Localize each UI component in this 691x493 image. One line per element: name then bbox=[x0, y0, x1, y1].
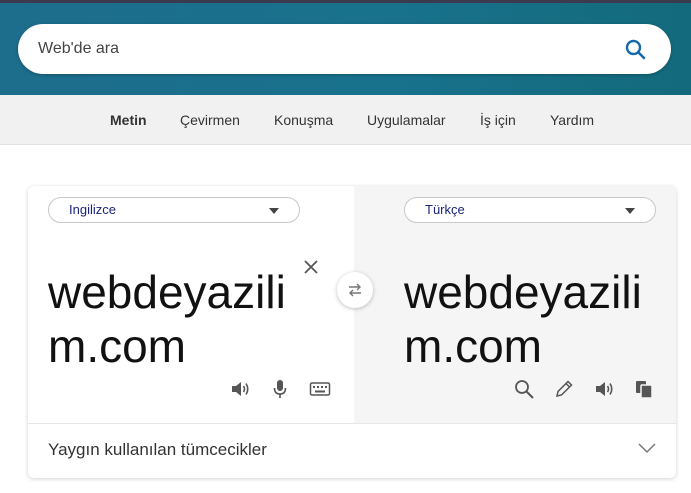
caret-down-icon bbox=[269, 208, 279, 214]
target-language-label: Türkçe bbox=[425, 202, 465, 217]
search-input[interactable] bbox=[38, 24, 598, 74]
speaker-icon bbox=[596, 382, 613, 396]
target-language-select[interactable]: Türkçe bbox=[404, 197, 656, 223]
speaker-icon bbox=[232, 382, 249, 396]
keyboard-icon bbox=[309, 382, 331, 396]
microphone-button[interactable] bbox=[269, 378, 291, 400]
edit-button[interactable] bbox=[553, 378, 575, 400]
close-icon bbox=[304, 260, 318, 274]
common-phrases-label: Yaygın kullanılan tümcecikler bbox=[48, 440, 267, 459]
lookup-button[interactable] bbox=[513, 378, 535, 400]
nav-item-uygulamalar[interactable]: Uygulamalar bbox=[367, 95, 446, 145]
target-text: webdeyazilim.com bbox=[404, 266, 642, 372]
copy-button[interactable] bbox=[633, 378, 655, 400]
search-icon bbox=[625, 39, 646, 60]
nav-bar: Metin Çevirmen Konuşma Uygulamalar İş iç… bbox=[0, 95, 691, 145]
search-icon bbox=[515, 380, 534, 399]
copy-icon bbox=[636, 381, 653, 399]
nav-item-konusma[interactable]: Konuşma bbox=[274, 95, 333, 145]
keyboard-button[interactable] bbox=[309, 378, 331, 400]
search-button[interactable] bbox=[623, 37, 649, 63]
pencil-icon bbox=[556, 380, 573, 397]
target-listen-button[interactable] bbox=[593, 378, 615, 400]
nav-item-yardim[interactable]: Yardım bbox=[550, 95, 594, 145]
source-text[interactable]: webdeyazilim.com bbox=[48, 265, 290, 373]
swap-icon bbox=[349, 283, 361, 297]
nav-item-metin[interactable]: Metin bbox=[110, 95, 147, 145]
source-language-label: Ingilizce bbox=[69, 202, 116, 217]
microphone-icon bbox=[273, 380, 287, 398]
search-box[interactable] bbox=[18, 24, 671, 74]
nav-item-is-icin[interactable]: İş için bbox=[480, 95, 516, 145]
caret-down-icon bbox=[625, 208, 635, 214]
source-language-select[interactable]: Ingilizce bbox=[48, 197, 300, 223]
clear-button[interactable] bbox=[302, 258, 320, 276]
translator-card: Ingilizce Türkçe webdeyazilim.com webdey… bbox=[28, 186, 676, 478]
swap-languages-button[interactable] bbox=[337, 272, 373, 308]
nav-item-cevirmen[interactable]: Çevirmen bbox=[180, 95, 240, 145]
source-listen-button[interactable] bbox=[229, 378, 251, 400]
common-phrases-toggle[interactable]: Yaygın kullanılan tümcecikler bbox=[28, 424, 676, 478]
header bbox=[0, 3, 691, 95]
chevron-down-icon bbox=[638, 443, 656, 454]
